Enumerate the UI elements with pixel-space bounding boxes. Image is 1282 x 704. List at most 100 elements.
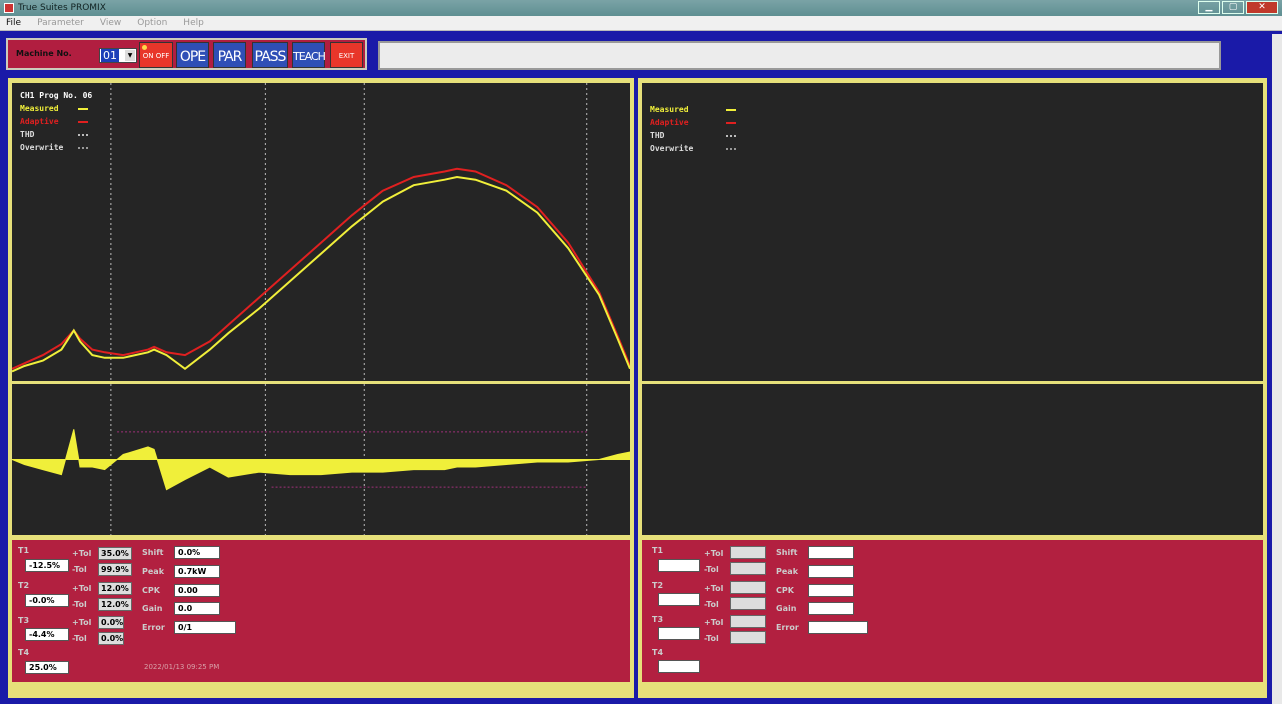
chart-legend-right: Measured Adaptive THD Overwrite <box>650 103 736 155</box>
t1-value[interactable]: -12.5% <box>25 559 69 572</box>
channel-panel-left: CH1 Prog No. 06 Measured Adaptive THD Ov… <box>8 78 634 698</box>
app-icon <box>4 3 14 13</box>
shift-value[interactable] <box>808 546 854 559</box>
t1-label: T1 <box>652 546 664 555</box>
exit-button[interactable]: EXIT <box>330 42 363 68</box>
tol2-plus-value[interactable] <box>730 581 766 594</box>
chevron-down-icon[interactable]: ▼ <box>125 50 135 61</box>
gain-value[interactable]: 0.0 <box>174 602 220 615</box>
indicator-dot-icon <box>142 45 147 50</box>
tol2-minus-value[interactable]: 12.0% <box>98 598 132 611</box>
error-value[interactable]: 0/1 <box>174 621 236 634</box>
t3-value[interactable] <box>658 627 700 640</box>
waveform-plot-right: Measured Adaptive THD Overwrite <box>642 83 1263 381</box>
machine-select-value: 01 <box>101 49 119 62</box>
shift-label: Shift <box>142 548 164 557</box>
data-panel-left: T1 -12.5% T2 -0.0% T3 -4.4% T4 25.0% +To… <box>12 540 630 682</box>
tol1-minus-label: -Tol <box>72 565 87 574</box>
window-titlebar: True Suites PROMIX ▁ ▢ ✕ <box>0 0 1282 16</box>
channel-panel-right: Measured Adaptive THD Overwrite T1 T2 T3… <box>638 78 1267 698</box>
tol1-minus-value[interactable]: 99.9% <box>98 563 132 576</box>
difference-plot-right <box>642 384 1263 535</box>
menu-view[interactable]: View <box>100 18 121 28</box>
difference-plot-left <box>11 384 631 535</box>
t3-label: T3 <box>652 615 664 624</box>
cpk-label: CPK <box>776 586 794 595</box>
t4-value[interactable] <box>658 660 700 673</box>
cpk-label: CPK <box>142 586 160 595</box>
menu-parameter[interactable]: Parameter <box>37 18 84 28</box>
t4-label: T4 <box>652 648 664 657</box>
menu-bar: File Parameter View Option Help <box>0 16 1282 31</box>
window-title: True Suites PROMIX <box>18 3 106 13</box>
maximize-button[interactable]: ▢ <box>1222 1 1244 14</box>
pass-button[interactable]: PASS <box>252 42 288 68</box>
error-value[interactable] <box>808 621 868 634</box>
window-edge <box>1272 34 1282 704</box>
t3-value[interactable]: -4.4% <box>25 628 69 641</box>
on-off-button[interactable]: ON OFF <box>139 42 173 68</box>
tol3-plus-label: +Tol <box>72 618 92 627</box>
series-line-adaptive <box>11 167 631 370</box>
tol2-plus-label: +Tol <box>72 584 92 593</box>
legend-overwrite: Overwrite <box>650 142 736 155</box>
cpk-value[interactable]: 0.00 <box>174 584 220 597</box>
cpk-value[interactable] <box>808 584 854 597</box>
waveform-chart <box>11 83 631 381</box>
teach-button[interactable]: TEACH <box>292 42 326 68</box>
t1-label: T1 <box>18 546 30 555</box>
waveform-plot-left: CH1 Prog No. 06 Measured Adaptive THD Ov… <box>11 83 631 381</box>
gain-value[interactable] <box>808 602 854 615</box>
legend-adaptive: Adaptive <box>650 116 736 129</box>
toolbar: Machine No. 01 ▼ ON OFF OPE PAR PASS TEA… <box>6 38 367 70</box>
legend-overwrite: Overwrite <box>20 141 92 154</box>
tol3-plus-label: +Tol <box>704 618 724 627</box>
tol1-plus-value[interactable] <box>730 546 766 559</box>
difference-area <box>11 429 631 491</box>
legend-adaptive: Adaptive <box>20 115 92 128</box>
tol2-minus-value[interactable] <box>730 597 766 610</box>
machine-select[interactable]: 01 ▼ <box>99 48 137 63</box>
tol3-plus-value[interactable]: 0.0% <box>98 616 124 629</box>
t2-value[interactable] <box>658 593 700 606</box>
peak-value[interactable]: 0.7kW <box>174 565 220 578</box>
peak-value[interactable] <box>808 565 854 578</box>
par-button[interactable]: PAR <box>213 42 246 68</box>
chart-title: CH1 Prog No. 06 <box>20 91 93 100</box>
legend-measured: Measured <box>650 103 736 116</box>
ope-button[interactable]: OPE <box>176 42 209 68</box>
t2-value[interactable]: -0.0% <box>25 594 69 607</box>
close-button[interactable]: ✕ <box>1246 1 1278 14</box>
t1-value[interactable] <box>658 559 700 572</box>
t4-value[interactable]: 25.0% <box>25 661 69 674</box>
data-panel-right: T1 T2 T3 T4 +Tol -Tol +Tol -Tol +Tol -To… <box>642 540 1263 682</box>
tol3-minus-label: -Tol <box>72 634 87 643</box>
gain-label: Gain <box>776 604 797 613</box>
tol3-plus-value[interactable] <box>730 615 766 628</box>
gain-label: Gain <box>142 604 163 613</box>
tol3-minus-value[interactable] <box>730 631 766 644</box>
menu-option[interactable]: Option <box>137 18 167 28</box>
shift-value[interactable]: 0.0% <box>174 546 220 559</box>
minimize-button[interactable]: ▁ <box>1198 1 1220 14</box>
tol1-plus-label: +Tol <box>704 549 724 558</box>
tol2-minus-label: -Tol <box>704 600 719 609</box>
menu-file[interactable]: File <box>6 18 21 28</box>
difference-chart <box>11 384 631 535</box>
legend-measured: Measured <box>20 102 92 115</box>
peak-label: Peak <box>776 567 799 576</box>
peak-label: Peak <box>142 567 165 576</box>
tol3-minus-value[interactable]: 0.0% <box>98 632 124 645</box>
timestamp: 2022/01/13 09:25 PM <box>144 663 220 671</box>
t2-label: T2 <box>18 581 30 590</box>
tol1-minus-value[interactable] <box>730 562 766 575</box>
tol2-plus-label: +Tol <box>704 584 724 593</box>
menu-help[interactable]: Help <box>183 18 204 28</box>
shift-label: Shift <box>776 548 798 557</box>
message-bar <box>378 41 1221 70</box>
legend-thd: THD <box>650 129 736 142</box>
tol1-plus-value[interactable]: 35.0% <box>98 547 132 560</box>
tol1-plus-label: +Tol <box>72 549 92 558</box>
legend-thd: THD <box>20 128 92 141</box>
tol2-plus-value[interactable]: 12.0% <box>98 582 132 595</box>
